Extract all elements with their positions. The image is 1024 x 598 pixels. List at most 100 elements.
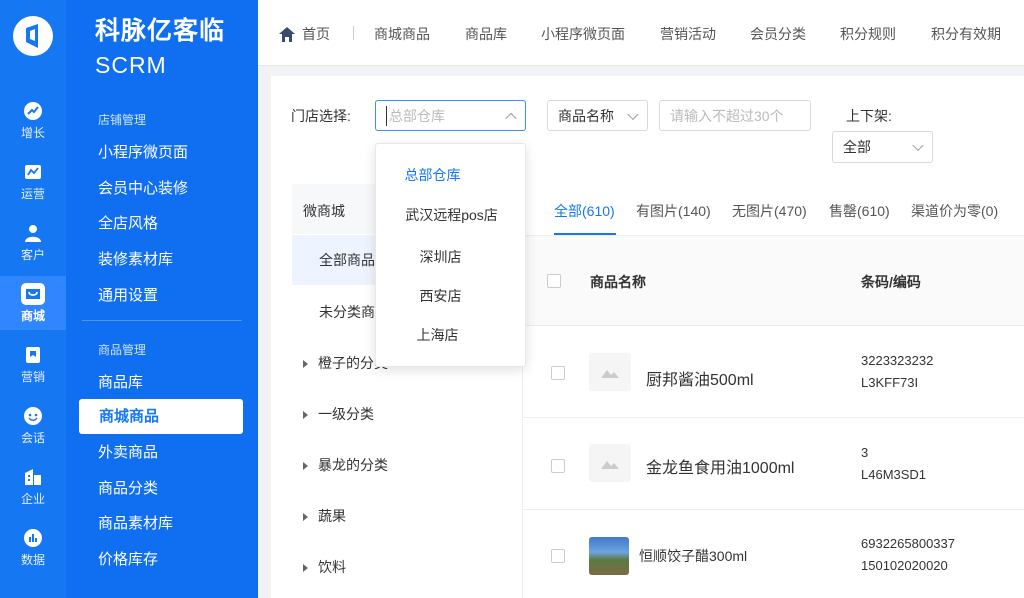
- tab-member-category[interactable]: 会员分类: [750, 24, 806, 44]
- menu-item-goods-assets[interactable]: 商品素材库: [98, 512, 173, 533]
- rail-item-enterprise[interactable]: 企业: [0, 460, 66, 514]
- menu-group-goods: 商品管理: [98, 343, 147, 357]
- rail-label: 会话: [20, 431, 45, 445]
- shelf-label: 上下架:: [846, 108, 892, 124]
- top-tab-bar: 首页 商城商品 商品库 小程序微页面 营销活动 会员分类 积分规则 积分有效期: [258, 0, 1024, 66]
- shelf-select[interactable]: 全部: [832, 131, 933, 163]
- image-placeholder-icon: [601, 461, 619, 469]
- filter-tab-with-image[interactable]: 有图片(140): [636, 201, 711, 221]
- category-item-baolong[interactable]: 暴龙的分类: [303, 455, 388, 475]
- product-barcode: 3223323232: [861, 353, 934, 368]
- tab-mall-goods[interactable]: 商城商品: [374, 24, 430, 44]
- filter-tab-sold-out[interactable]: 售罄(610): [829, 201, 890, 221]
- menu-item-decor-assets[interactable]: 装修素材库: [98, 248, 173, 269]
- tab-mini-page[interactable]: 小程序微页面: [541, 24, 625, 44]
- category-item-produce[interactable]: 蔬果: [303, 506, 346, 526]
- menu-item-takeout-goods[interactable]: 外卖商品: [98, 441, 158, 462]
- tab-points-expiry[interactable]: 积分有效期: [931, 24, 1001, 44]
- rail-item-operation[interactable]: 运营: [0, 155, 66, 209]
- product-codes: 6932265800337 150102020020: [861, 533, 955, 577]
- rail-item-marketing[interactable]: 营销: [0, 338, 66, 392]
- enterprise-icon: [25, 469, 41, 485]
- tab-label: 首页: [302, 26, 330, 42]
- field-select[interactable]: 商品名称: [547, 100, 648, 131]
- search-placeholder: 请输入不超过30个: [670, 107, 784, 124]
- expand-arrow-icon: [303, 360, 308, 369]
- filter-tab-all[interactable]: 全部(610): [554, 201, 615, 221]
- column-header-code: 条码/编码: [861, 274, 921, 290]
- product-code: L3KFF73I: [861, 375, 919, 390]
- rail-label: 数据: [20, 553, 45, 567]
- product-thumbnail: [589, 444, 631, 482]
- tab-points-rules[interactable]: 积分规则: [840, 24, 896, 44]
- growth-icon: [24, 102, 42, 120]
- expand-arrow-icon: [303, 462, 308, 471]
- menu-item-goods-category[interactable]: 商品分类: [98, 477, 158, 498]
- brand-subtitle: SCRM: [95, 52, 167, 78]
- table-row: 厨邦酱油500ml 3223323232 L3KFF73I: [523, 327, 1024, 418]
- image-placeholder-icon: [601, 370, 619, 378]
- store-select[interactable]: 总部仓库: [375, 100, 526, 131]
- tab-marketing[interactable]: 营销活动: [660, 24, 716, 44]
- store-option-shanghai[interactable]: 上海店: [362, 325, 513, 345]
- menu-item-price-stock[interactable]: 价格库存: [98, 548, 158, 569]
- filter-tab-no-image[interactable]: 无图片(470): [732, 201, 807, 221]
- home-icon: [279, 26, 295, 42]
- product-codes: 3223323232 L3KFF73I: [861, 350, 933, 394]
- category-item-level1[interactable]: 一级分类: [303, 404, 374, 424]
- table-row: 恒顺饺子醋300ml 6932265800337 150102020020: [523, 510, 1024, 598]
- product-codes: 3 L46M3SD1: [861, 442, 926, 486]
- menu-item-store-style[interactable]: 全店风格: [98, 212, 158, 233]
- tab-goods-library[interactable]: 商品库: [465, 24, 507, 44]
- chevron-up-icon: [505, 112, 517, 124]
- table-row: 金龙鱼食用油1000ml 3 L46M3SD1: [523, 418, 1024, 510]
- tab-home[interactable]: 首页: [278, 24, 330, 44]
- product-name[interactable]: 恒顺饺子醋300ml: [639, 546, 747, 566]
- row-checkbox[interactable]: [551, 459, 565, 473]
- product-thumbnail: [589, 353, 631, 391]
- brand-title: 科脉亿客临 SCRM: [95, 14, 225, 82]
- menu-item-member-center[interactable]: 会员中心装修: [98, 177, 188, 198]
- menu-item-general-settings[interactable]: 通用设置: [98, 284, 158, 305]
- filter-tab-zero-price[interactable]: 渠道价为零(0): [911, 201, 998, 221]
- icon-rail: 增长 运营 客户 商城 营销 会话 企业 数据: [0, 0, 66, 598]
- rail-label: 商城: [20, 308, 45, 323]
- rail-label: 营销: [20, 370, 45, 384]
- chevron-down-icon: [627, 108, 639, 120]
- data-icon: [24, 529, 42, 547]
- field-select-value: 商品名称: [558, 107, 614, 124]
- store-option-shenzhen[interactable]: 深圳店: [365, 247, 516, 267]
- store-option-wuhan[interactable]: 武汉远程pos店: [376, 205, 527, 225]
- category-label: 暴龙的分类: [318, 457, 388, 473]
- secondary-menu: 科脉亿客临 SCRM 店铺管理 小程序微页面 会员中心装修 全店风格 装修素材库…: [66, 0, 258, 598]
- menu-item-goods-library[interactable]: 商品库: [98, 371, 143, 392]
- rail-label: 增长: [20, 126, 45, 140]
- store-option-hq[interactable]: 总部仓库: [357, 165, 508, 185]
- store-option-xian[interactable]: 西安店: [365, 286, 516, 306]
- category-title: 微商城: [303, 203, 345, 219]
- product-name[interactable]: 厨邦酱油500ml: [646, 366, 754, 390]
- tab-separator: [353, 26, 354, 40]
- product-name[interactable]: 金龙鱼食用油1000ml: [646, 454, 794, 478]
- rail-item-growth[interactable]: 增长: [0, 94, 66, 148]
- product-thumbnail: [589, 537, 629, 575]
- search-input[interactable]: 请输入不超过30个: [659, 100, 811, 131]
- rail-label: 企业: [20, 492, 45, 506]
- app-logo-icon: [13, 16, 53, 56]
- rail-item-data[interactable]: 数据: [0, 521, 66, 575]
- operation-icon: [25, 165, 41, 179]
- rail-item-mall[interactable]: 商城: [0, 276, 66, 330]
- menu-item-mini-page[interactable]: 小程序微页面: [98, 141, 188, 162]
- rail-item-customer[interactable]: 客户: [0, 216, 66, 270]
- select-all-checkbox[interactable]: [547, 274, 561, 288]
- menu-item-mall-goods[interactable]: 商城商品: [79, 399, 243, 434]
- product-barcode: 3: [861, 445, 869, 460]
- rail-item-chat[interactable]: 会话: [0, 399, 66, 453]
- category-label: 饮料: [318, 559, 346, 575]
- expand-arrow-icon: [303, 564, 308, 573]
- row-checkbox[interactable]: [551, 549, 565, 563]
- row-checkbox[interactable]: [551, 366, 565, 380]
- category-item-drinks[interactable]: 饮料: [303, 557, 346, 577]
- shelf-select-value: 全部: [843, 139, 871, 155]
- expand-arrow-icon: [303, 513, 308, 522]
